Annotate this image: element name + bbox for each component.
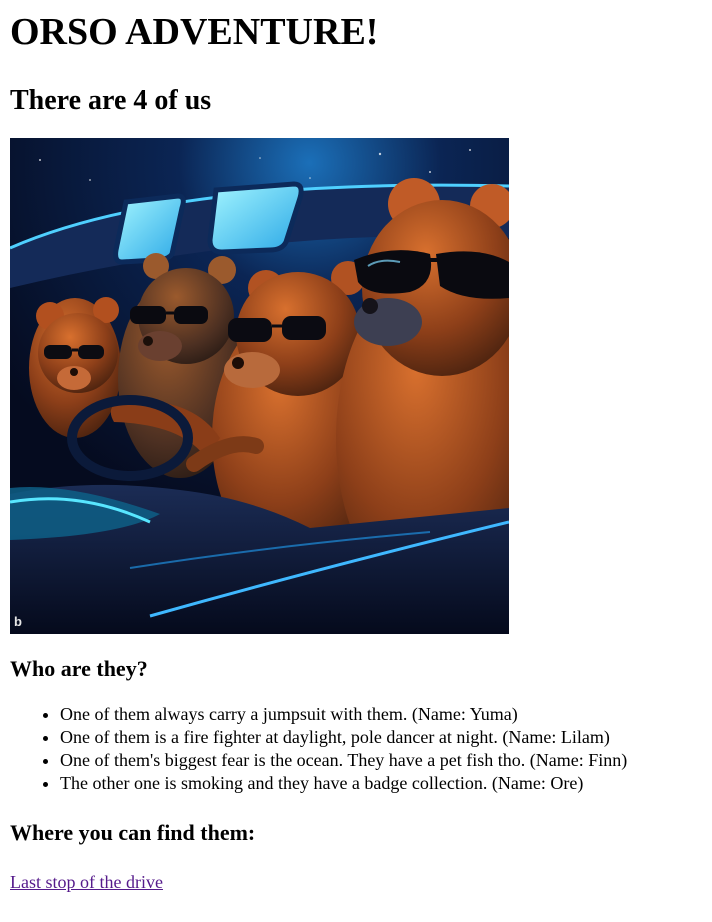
members-list: One of them always carry a jumpsuit with…	[10, 703, 702, 795]
page-content: ORSO ADVENTURE! There are 4 of us b Who …	[0, 0, 712, 893]
last-stop-link[interactable]: Last stop of the drive	[10, 872, 163, 892]
list-item: One of them always carry a jumpsuit with…	[60, 703, 702, 726]
link-row: Last stop of the drive	[10, 871, 702, 893]
bears-driving-image: b	[10, 138, 509, 634]
page-subtitle: There are 4 of us	[10, 85, 212, 116]
page-title: ORSO ADVENTURE!	[10, 11, 379, 53]
find-heading: Where you can find them:	[10, 820, 256, 845]
list-item: One of them's biggest fear is the ocean.…	[60, 749, 702, 772]
who-heading: Who are they?	[10, 656, 148, 681]
list-item: The other one is smoking and they have a…	[60, 772, 702, 795]
list-item: One of them is a fire fighter at dayligh…	[60, 726, 702, 749]
image-watermark: b	[14, 614, 22, 629]
